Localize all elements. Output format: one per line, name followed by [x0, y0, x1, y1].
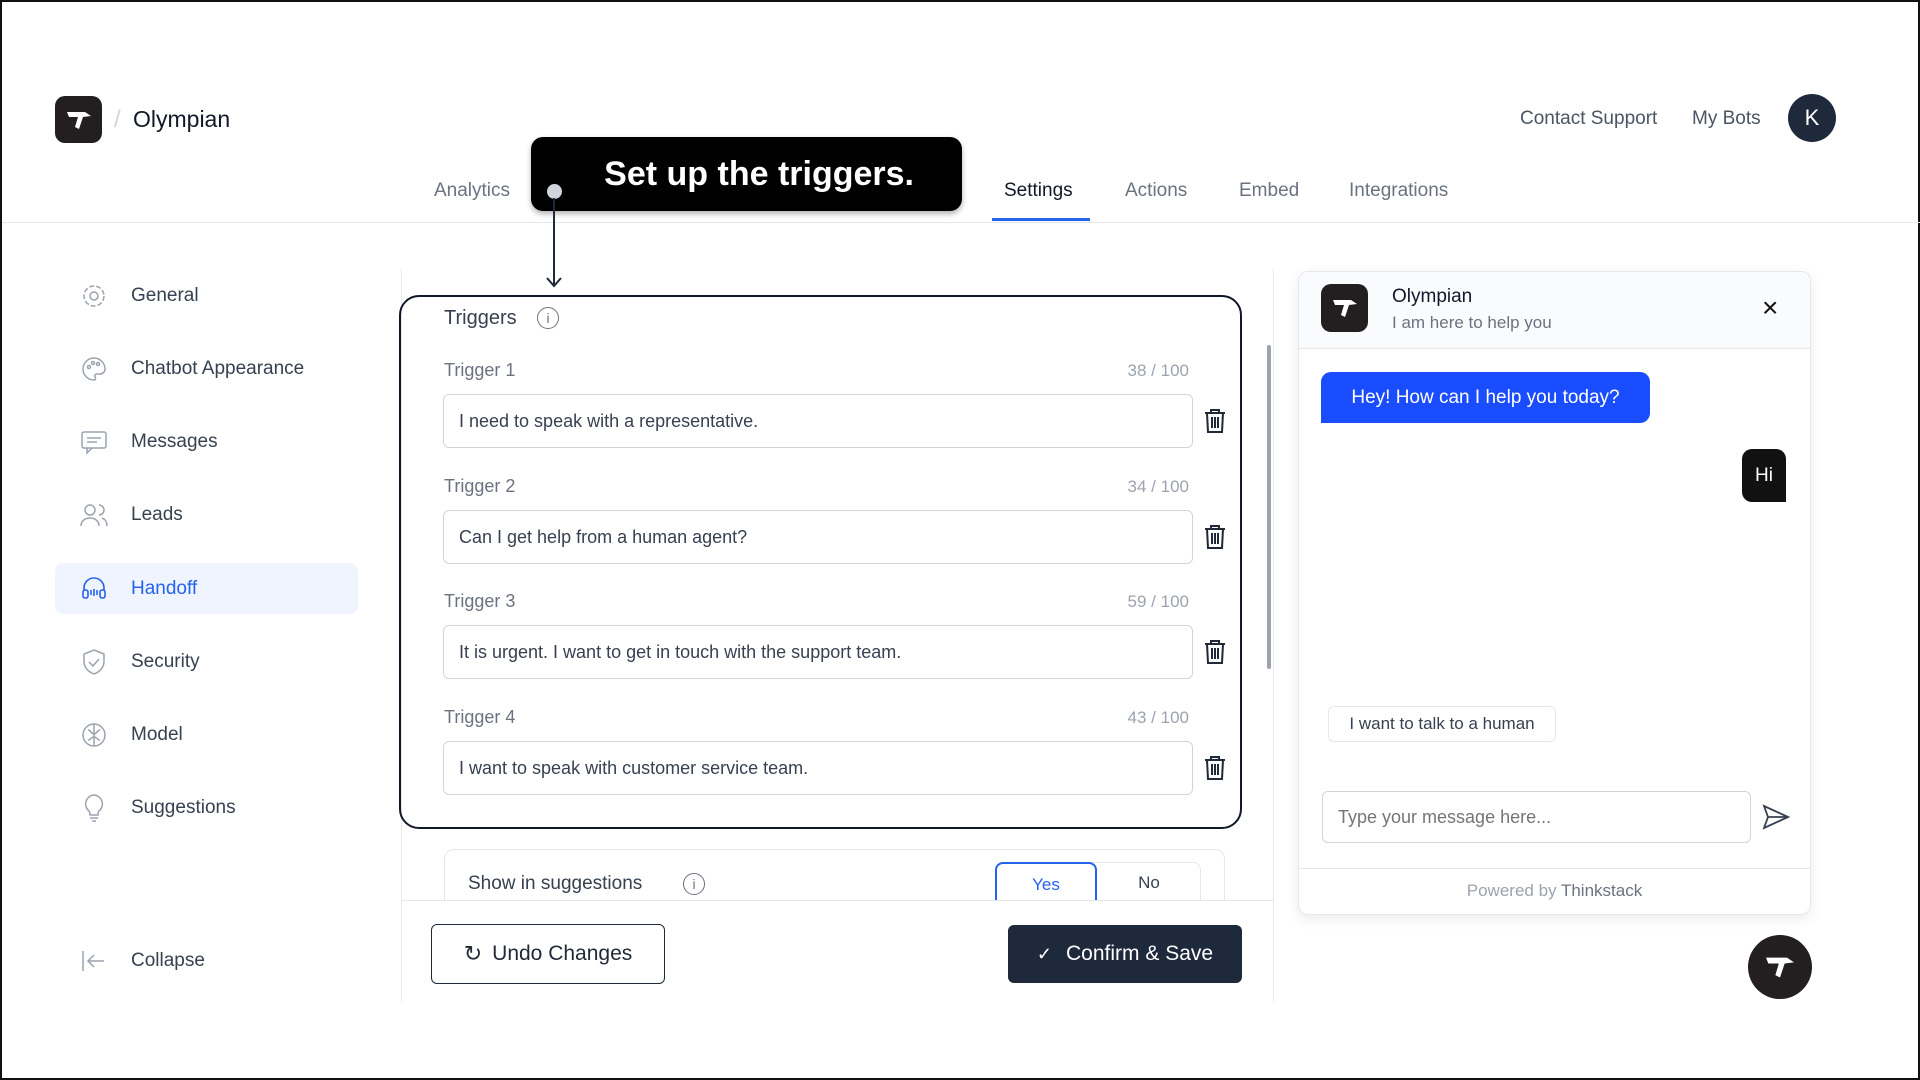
preview-divider — [1273, 269, 1274, 1002]
header-divider — [2, 222, 1920, 223]
bot-name: Olympian — [133, 106, 231, 132]
suggestion-chip-label: I want to talk to a human — [1349, 714, 1535, 733]
show-in-suggestions-label: Show in suggestions — [468, 873, 643, 894]
sidebar-item-label: Leads — [131, 503, 183, 525]
tab-settings[interactable]: Settings — [1004, 180, 1073, 202]
chat-bot-name: Olympian — [1392, 286, 1473, 307]
tab-actions[interactable]: Actions — [1125, 180, 1187, 202]
undo-changes-button[interactable]: ↻ Undo Changes — [431, 924, 665, 984]
trigger-4-label: Trigger 4 — [444, 707, 516, 727]
avatar-initial: K — [1804, 105, 1820, 130]
brain-icon — [79, 720, 109, 750]
tab-embed[interactable]: Embed — [1239, 180, 1299, 202]
powered-by-prefix: Powered by — [1466, 881, 1557, 900]
trigger-3-input[interactable] — [443, 625, 1193, 679]
user-message-bubble: Hi — [1742, 449, 1786, 502]
scrollbar[interactable] — [1267, 345, 1271, 669]
message-icon — [79, 427, 109, 457]
toggle-yes-label: Yes — [1032, 875, 1060, 894]
lightbulb-icon — [79, 793, 109, 823]
powered-by-brand[interactable]: Thinkstack — [1561, 881, 1642, 900]
confirm-save-button[interactable]: ✓ Confirm & Save — [1008, 925, 1242, 983]
sidebar-item-label: Security — [131, 650, 200, 672]
chat-header — [1299, 272, 1810, 349]
sidebar-item-label: Suggestions — [131, 796, 236, 818]
send-icon[interactable] — [1762, 804, 1790, 830]
close-icon[interactable]: × — [1762, 292, 1778, 324]
sidebar-item-general[interactable]: General — [55, 270, 358, 321]
sidebar-item-label: Model — [131, 723, 183, 745]
trash-icon[interactable] — [1203, 408, 1227, 434]
sidebar-item-label: Chatbot Appearance — [131, 357, 305, 379]
trigger-1-count: 38 / 100 — [1127, 361, 1189, 380]
trash-icon[interactable] — [1203, 639, 1227, 665]
info-icon[interactable]: i — [683, 873, 705, 895]
chat-launcher-button[interactable] — [1748, 935, 1812, 999]
tooltip-text: Set up the triggers. — [604, 154, 914, 193]
tooltip: Set up the triggers. — [531, 137, 962, 211]
chat-footer-divider — [1298, 868, 1811, 869]
collapse-button[interactable]: Collapse — [55, 935, 358, 986]
trigger-4-input[interactable] — [443, 741, 1193, 795]
suggestions-card-clip: Show in suggestions i Yes No — [401, 842, 1273, 900]
breadcrumb-separator: / — [114, 106, 121, 133]
sidebar-item-model[interactable]: Model — [55, 709, 358, 760]
shield-icon — [79, 647, 109, 677]
avatar[interactable]: K — [1788, 94, 1836, 142]
info-icon[interactable]: i — [537, 307, 559, 329]
chat-message-input[interactable] — [1322, 791, 1751, 843]
trigger-3-count: 59 / 100 — [1127, 592, 1189, 611]
collapse-label: Collapse — [131, 949, 205, 971]
trigger-4-count: 43 / 100 — [1127, 708, 1189, 727]
trigger-2-count: 34 / 100 — [1127, 477, 1189, 496]
trigger-1-label: Trigger 1 — [444, 360, 516, 380]
trigger-2-input[interactable] — [443, 510, 1193, 564]
tooltip-dot — [547, 184, 562, 199]
chat-bot-logo — [1321, 284, 1368, 332]
trigger-2-label: Trigger 2 — [444, 476, 516, 496]
sidebar-item-leads[interactable]: Leads — [55, 489, 358, 540]
toggle-yes[interactable]: Yes — [995, 862, 1097, 900]
sidebar-item-label: General — [131, 284, 199, 306]
contact-support-link[interactable]: Contact Support — [1520, 108, 1657, 130]
confirm-label: Confirm & Save — [1066, 942, 1214, 965]
powered-by: Powered by Thinkstack — [1298, 881, 1811, 901]
my-bots-link[interactable]: My Bots — [1692, 108, 1761, 130]
collapse-icon — [79, 946, 109, 976]
tab-analytics[interactable]: Analytics — [434, 180, 510, 202]
bot-message-text: Hey! How can I help you today? — [1351, 386, 1620, 408]
brand-logo[interactable] — [55, 96, 102, 143]
chat-bot-subtitle: I am here to help you — [1392, 313, 1552, 332]
active-tab-indicator — [992, 218, 1090, 221]
trigger-1-input[interactable] — [443, 394, 1193, 448]
sidebar-item-messages[interactable]: Messages — [55, 416, 358, 467]
headset-icon — [79, 574, 109, 604]
sidebar-item-suggestions[interactable]: Suggestions — [55, 782, 358, 833]
bot-message-bubble: Hey! How can I help you today? — [1321, 372, 1650, 423]
sidebar-item-chatbot-appearance[interactable]: Chatbot Appearance — [55, 343, 358, 394]
footer-divider — [401, 900, 1273, 901]
trigger-3-label: Trigger 3 — [444, 591, 516, 611]
user-message-text: Hi — [1755, 464, 1773, 486]
triggers-title: Triggers — [444, 307, 517, 329]
sidebar-item-label: Handoff — [131, 577, 198, 599]
toggle-no[interactable]: No — [1097, 862, 1201, 900]
sidebar-item-handoff[interactable]: Handoff — [55, 563, 358, 614]
palette-icon — [79, 354, 109, 384]
tab-integrations[interactable]: Integrations — [1349, 180, 1448, 202]
check-icon: ✓ — [1036, 943, 1053, 964]
trash-icon[interactable] — [1203, 755, 1227, 781]
tooltip-arrow-icon — [546, 198, 562, 288]
undo-label: Undo Changes — [492, 942, 633, 965]
sidebar-item-security[interactable]: Security — [55, 636, 358, 687]
gear-icon — [79, 281, 109, 311]
trash-icon[interactable] — [1203, 524, 1227, 550]
undo-icon: ↻ — [463, 941, 483, 966]
sidebar-item-label: Messages — [131, 430, 218, 452]
toggle-no-label: No — [1138, 873, 1160, 892]
suggestion-chip[interactable]: I want to talk to a human — [1328, 706, 1556, 742]
users-icon — [79, 500, 109, 530]
